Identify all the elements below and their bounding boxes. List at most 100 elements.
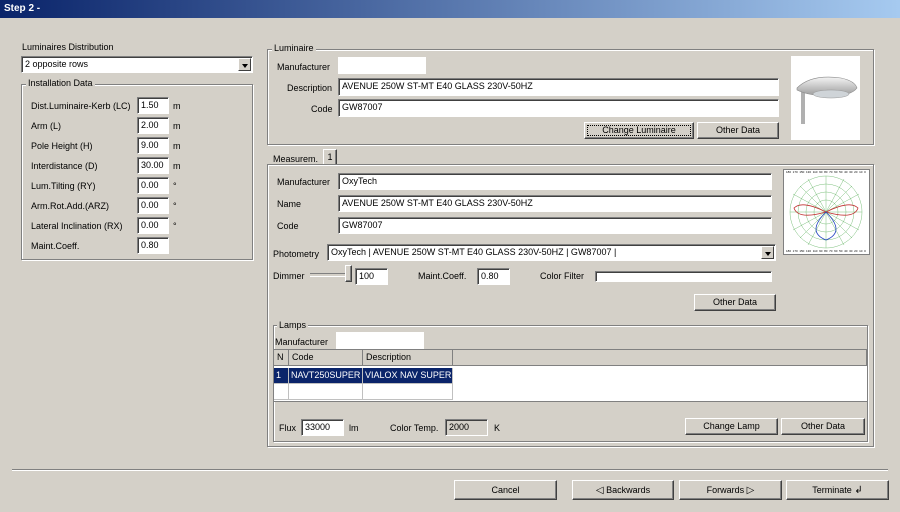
photometry-select[interactable]: OxyTech | AVENUE 250W ST-MT E40 GLASS 23… [327,244,776,261]
measurement-maint-input[interactable]: 0.80 [477,268,510,285]
distribution-select[interactable]: 2 opposite rows [21,56,253,73]
color-filter-label: Color Filter [540,271,585,281]
polar-tick-label: 40 [844,170,848,174]
polar-tick-label: 10 [859,249,863,253]
pole-height-input[interactable]: 9.00 [137,137,169,154]
arm-input[interactable]: 2.00 [137,117,169,134]
polar-tick-label: 180 [786,249,792,253]
polar-tick-label: 90 [819,170,823,174]
change-luminaire-button[interactable]: Change Luminaire [584,122,694,139]
flux-input[interactable]: 33000 [301,419,344,436]
measurement-other-data-button[interactable]: Other Data [694,294,776,311]
measurement-tab-1[interactable]: 1 [323,149,337,165]
lateral-input[interactable]: 0.00 [137,217,169,234]
polar-tick-label: 20 [854,170,858,174]
distribution-label: Luminaires Distribution [22,42,114,52]
lamps-manufacturer-label: Manufacturer [275,337,329,347]
color-filter-swatch[interactable] [595,271,772,282]
measurement-name-input[interactable]: AVENUE 250W ST-MT E40 GLASS 230V-50HZ [338,195,772,212]
change-lamp-button[interactable]: Change Lamp [685,418,778,435]
lamps-col-code[interactable]: Code [289,350,363,366]
polar-tick-label: 80 [824,249,828,253]
lamps-col-description[interactable]: Description [363,350,453,366]
polar-tick-labels-top: 180 170 150 130 110 90 80 70 60 50 40 30 20 10 0 [786,170,866,175]
table-row-n[interactable]: 1 [274,368,289,384]
dimmer-slider-thumb[interactable] [345,265,352,282]
polar-tick-label: 110 [812,170,818,174]
terminate-button[interactable]: Terminate ↲ [786,480,889,500]
forwards-label: Forwards [706,485,745,495]
lc-input[interactable]: 1.50 [137,97,169,114]
field-label-pole-height: Pole Height (H) [31,141,93,151]
installation-data-title: Installation Data [26,78,95,89]
measurement-code-input[interactable]: GW87007 [338,217,772,234]
luminaire-code-input[interactable]: GW87007 [338,99,779,117]
chevron-down-icon[interactable] [761,246,774,259]
measurement-manufacturer-input[interactable]: OxyTech [338,173,772,190]
interdistance-input[interactable]: 30.00 [137,157,169,174]
field-unit-interdistance: m [173,161,181,171]
polar-tick-label: 150 [799,170,805,174]
polar-tick-label: 0 [864,249,866,253]
measurement-code-label: Code [277,221,299,231]
polar-diagram-icon [784,170,869,254]
luminaire-description-input[interactable]: AVENUE 250W ST-MT E40 GLASS 230V-50HZ [338,78,779,96]
field-label-maint: Maint.Coeff. [31,241,80,251]
flux-label: Flux [279,423,297,433]
color-temp-unit: K [494,423,501,433]
lamps-col-n[interactable]: N [274,350,289,366]
measurement-maint-label: Maint.Coeff. [418,271,467,281]
lamps-title: Lamps [277,320,309,331]
window-title: Step 2 - [4,3,41,14]
forwards-button[interactable]: Forwards ▷ [679,480,782,500]
field-label-interdistance: Interdistance (D) [31,161,98,171]
field-label-arm: Arm (L) [31,121,61,131]
footer-separator [12,469,888,471]
polar-tick-label: 180 [786,170,792,174]
maint-coeff-input[interactable]: 0.80 [137,237,169,254]
table-row-code[interactable]: NAVT250SUPER [289,368,363,384]
polar-tick-label: 70 [829,249,833,253]
luminaire-image [791,56,860,140]
field-label-arm-rot: Arm.Rot.Add.(ARZ) [31,201,110,211]
backwards-label: Backwards [606,485,651,495]
luminaire-manufacturer-label: Manufacturer [277,62,331,72]
polar-tick-label: 30 [849,249,853,253]
polar-tick-label: 10 [859,170,863,174]
field-unit-tilting: ° [173,181,177,191]
polar-tick-label: 70 [829,170,833,174]
cancel-button[interactable]: Cancel [454,480,557,500]
polar-tick-label: 30 [849,170,853,174]
terminate-label: Terminate [812,485,852,495]
photometry-label: Photometry [273,249,320,259]
table-row-empty[interactable] [289,384,363,400]
lamps-other-data-button[interactable]: Other Data [781,418,865,435]
backwards-button[interactable]: ◁ Backwards [572,480,674,500]
chevron-down-icon[interactable] [238,58,251,71]
polar-tick-label: 40 [844,249,848,253]
polar-tick-label: 110 [812,249,818,253]
field-label-tilting: Lum.Tilting (RY) [31,181,96,191]
field-unit-arm: m [173,121,181,131]
polar-tick-label: 20 [854,249,858,253]
polar-tick-label: 60 [834,249,838,253]
distribution-value: 2 opposite rows [25,59,89,69]
arm-rot-input[interactable]: 0.00 [137,197,169,214]
luminaire-code-label: Code [311,104,333,114]
polar-tick-label: 170 [792,170,798,174]
lamps-table: N Code Description 1 NAVT250SUPER VIALOX… [273,349,868,402]
chevron-left-icon: ◁ [595,485,604,496]
photometric-polar-diagram: 180 170 150 130 110 90 80 70 60 50 40 30 20 10 0 180 17… [783,169,870,255]
enter-icon: ↲ [854,485,863,496]
polar-tick-label: 50 [839,170,843,174]
table-row-empty[interactable] [363,384,453,400]
tilting-input[interactable]: 0.00 [137,177,169,194]
luminaire-description-label: Description [287,83,333,93]
dimmer-input[interactable]: 100 [355,268,388,285]
luminaire-other-data-button[interactable]: Other Data [697,122,779,139]
table-row-empty[interactable] [274,384,289,400]
polar-tick-label: 150 [799,249,805,253]
table-row-description[interactable]: VIALOX NAV SUPER [363,368,453,384]
lamps-manufacturer-value [336,332,424,349]
chevron-right-icon: ▷ [746,485,755,496]
